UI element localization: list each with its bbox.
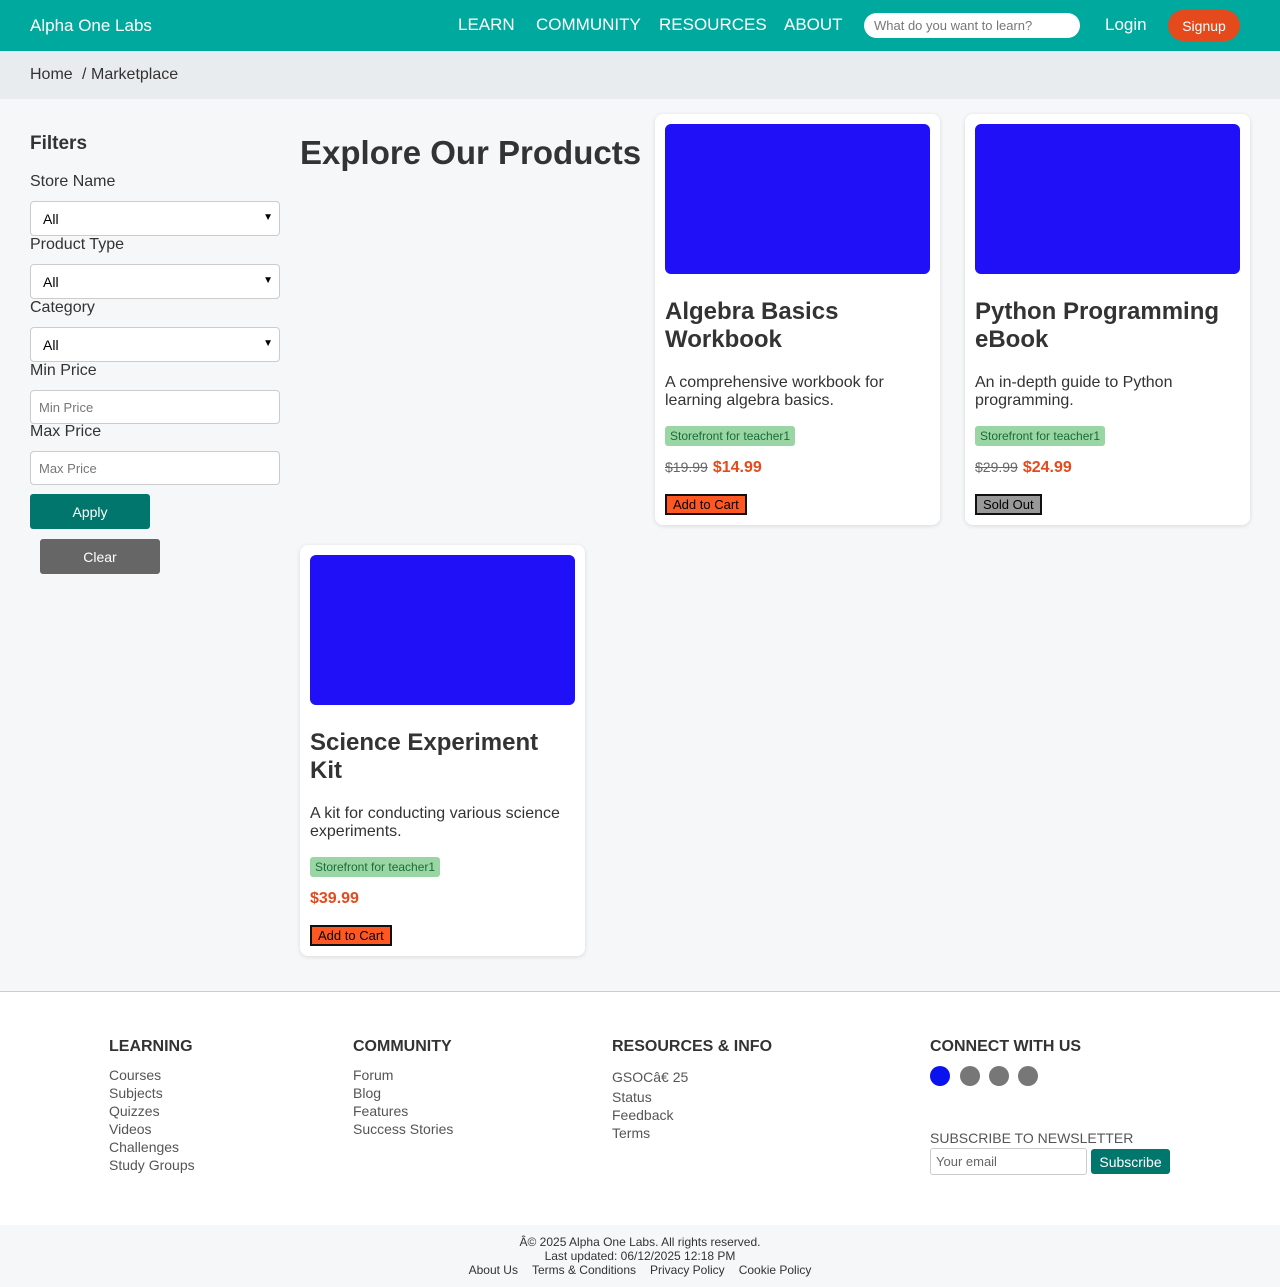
product-image[interactable] — [975, 124, 1240, 274]
footer-link-subjects[interactable]: Subjects — [109, 1084, 195, 1102]
add-to-cart-button[interactable]: Add to Cart — [310, 925, 392, 946]
footer-link-study-groups[interactable]: Study Groups — [109, 1156, 195, 1174]
signup-button[interactable]: Signup — [1168, 10, 1240, 41]
footer-link-videos[interactable]: Videos — [109, 1120, 195, 1138]
footer-link-success-stories[interactable]: Success Stories — [353, 1120, 453, 1138]
original-price: $29.99 — [975, 459, 1018, 475]
nav-about[interactable]: ABOUT — [784, 15, 843, 35]
subscribe-button[interactable]: Subscribe — [1091, 1149, 1170, 1174]
breadcrumb: Home / Marketplace — [0, 51, 1280, 99]
footer-learning-title: LEARNING — [109, 1038, 193, 1055]
original-price: $19.99 — [665, 459, 708, 475]
category-select[interactable]: All ▼ — [30, 327, 280, 362]
store-name-value: All — [43, 210, 59, 227]
social-icon[interactable] — [960, 1066, 980, 1086]
chevron-down-icon: ▼ — [263, 275, 273, 286]
apply-button[interactable]: Apply — [30, 494, 150, 529]
product-type-label: Product Type — [30, 236, 124, 253]
product-card[interactable]: Algebra Basics Workbook A comprehensive … — [655, 114, 940, 525]
copyright-text: Â© 2025 Alpha One Labs. All rights reser… — [519, 1235, 761, 1249]
legal-link-about[interactable]: About Us — [469, 1263, 518, 1277]
max-price-input[interactable] — [30, 451, 280, 485]
chevron-down-icon: ▼ — [263, 338, 273, 349]
footer-resources-title: RESOURCES & INFO — [612, 1038, 773, 1055]
store-badge[interactable]: Storefront for teacher1 — [310, 857, 441, 877]
product-image[interactable] — [310, 555, 575, 705]
max-price-label: Max Price — [30, 423, 102, 440]
product-title[interactable]: Algebra Basics Workbook — [665, 298, 930, 354]
search-input[interactable] — [864, 13, 1080, 38]
legal-link-privacy[interactable]: Privacy Policy — [650, 1263, 725, 1277]
social-icon[interactable] — [1018, 1066, 1038, 1086]
price-row: $19.99 $14.99 — [665, 459, 762, 477]
footer: LEARNING Courses Subjects Quizzes Videos… — [0, 992, 1280, 1225]
footer-connect-title: CONNECT WITH US — [930, 1038, 1082, 1055]
footer-link-gsoc[interactable]: GSOCâ€ 25 — [612, 1069, 688, 1085]
footer-link-courses[interactable]: Courses — [109, 1066, 195, 1084]
store-badge[interactable]: Storefront for teacher1 — [665, 426, 796, 446]
min-price-label: Min Price — [30, 362, 97, 379]
footer-community-title: COMMUNITY — [353, 1038, 452, 1055]
legal-link-terms[interactable]: Terms & Conditions — [532, 1263, 636, 1277]
page-title: Explore Our Products — [300, 134, 642, 171]
min-price-input[interactable] — [30, 390, 280, 424]
product-title[interactable]: Science Experiment Kit — [310, 729, 575, 785]
store-badge[interactable]: Storefront for teacher1 — [975, 426, 1106, 446]
footer-link-feedback[interactable]: Feedback — [612, 1106, 673, 1124]
nav-learn[interactable]: LEARN — [458, 15, 515, 35]
product-description: A kit for conducting various science exp… — [310, 805, 560, 840]
social-icon[interactable] — [930, 1066, 950, 1086]
footer-resources-links: Status Feedback Terms — [612, 1088, 673, 1142]
footer-link-challenges[interactable]: Challenges — [109, 1138, 195, 1156]
footer-link-quizzes[interactable]: Quizzes — [109, 1102, 195, 1120]
product-card[interactable]: Python Programming eBook An in-depth gui… — [965, 114, 1250, 525]
social-icon[interactable] — [989, 1066, 1009, 1086]
category-label: Category — [30, 299, 95, 316]
breadcrumb-current: Marketplace — [91, 66, 179, 83]
product-description: An in-depth guide to Python programming. — [975, 374, 1173, 409]
sale-price: $39.99 — [310, 890, 359, 907]
chevron-down-icon: ▼ — [263, 212, 273, 223]
breadcrumb-separator: / — [82, 66, 87, 83]
store-name-label: Store Name — [30, 173, 116, 190]
product-type-select[interactable]: All ▼ — [30, 264, 280, 299]
footer-link-features[interactable]: Features — [353, 1102, 453, 1120]
product-image[interactable] — [665, 124, 930, 274]
login-link[interactable]: Login — [1105, 15, 1147, 35]
sale-price: $14.99 — [712, 459, 762, 476]
price-row: $39.99 — [310, 890, 359, 908]
last-updated-text: Last updated: 06/12/2025 12:18 PM — [544, 1249, 736, 1263]
footer-link-blog[interactable]: Blog — [353, 1084, 453, 1102]
brand-logo[interactable]: Alpha One Labs — [30, 16, 152, 36]
footer-link-status[interactable]: Status — [612, 1088, 673, 1106]
product-title[interactable]: Python Programming eBook — [975, 298, 1240, 354]
footer-community-links: Forum Blog Features Success Stories — [353, 1066, 453, 1138]
footer-link-forum[interactable]: Forum — [353, 1066, 453, 1084]
newsletter-label: SUBSCRIBE TO NEWSLETTER — [930, 1130, 1134, 1146]
footer-learning-links: Courses Subjects Quizzes Videos Challeng… — [109, 1066, 195, 1174]
product-type-value: All — [43, 273, 59, 290]
nav-community[interactable]: COMMUNITY — [536, 15, 641, 35]
nav-resources[interactable]: RESOURCES — [659, 15, 767, 35]
sale-price: $24.99 — [1022, 459, 1072, 476]
footer-link-terms[interactable]: Terms — [612, 1124, 673, 1142]
top-navbar: Alpha One Labs LEARN COMMUNITY RESOURCES… — [0, 0, 1280, 51]
breadcrumb-home[interactable]: Home — [30, 66, 73, 84]
add-to-cart-button[interactable]: Add to Cart — [665, 494, 747, 515]
category-value: All — [43, 336, 59, 353]
footer-bottom-bar: Â© 2025 Alpha One Labs. All rights reser… — [0, 1225, 1280, 1287]
product-description: A comprehensive workbook for learning al… — [665, 374, 884, 409]
store-name-select[interactable]: All ▼ — [30, 201, 280, 236]
sold-out-button[interactable]: Sold Out — [975, 494, 1042, 515]
legal-link-cookie[interactable]: Cookie Policy — [739, 1263, 812, 1277]
product-card[interactable]: Science Experiment Kit A kit for conduct… — [300, 545, 585, 956]
clear-button[interactable]: Clear — [40, 539, 160, 574]
price-row: $29.99 $24.99 — [975, 459, 1072, 477]
newsletter-email-input[interactable] — [930, 1148, 1087, 1175]
filters-title: Filters — [30, 133, 88, 154]
legal-links: About Us Terms & Conditions Privacy Poli… — [0, 1263, 1280, 1277]
